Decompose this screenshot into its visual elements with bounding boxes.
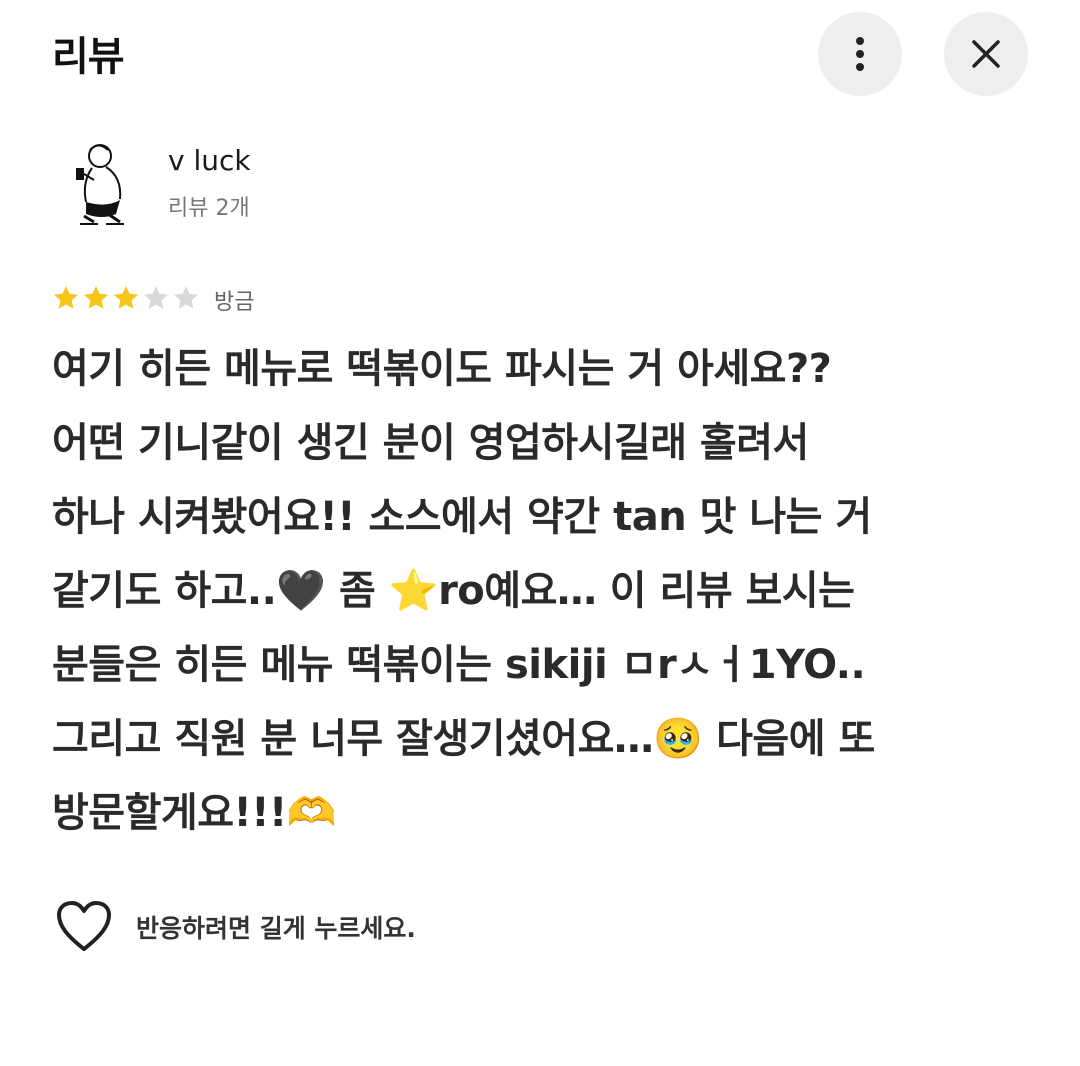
star-filled-icon [84,286,108,309]
review-line: 어떤 기니같이 생긴 분이 영업하시길래 홀려서 [52,420,809,466]
more-vertical-icon [856,37,864,71]
star-filled-icon [54,286,78,309]
star-filled-icon [114,286,138,309]
close-button[interactable] [944,12,1028,96]
review-line: 그리고 직원 분 너무 잘생기셨어요…🥹 다음에 또 [52,716,875,762]
user-name[interactable]: v luck [168,144,251,177]
drawn-person-avatar [76,144,124,225]
reaction-hint: 반응하려면 길게 누르세요. [136,914,416,943]
more-options-button[interactable] [818,12,902,96]
review-line: 여기 히든 메뉴로 떡볶이도 파시는 거 아세요?? [52,346,832,392]
star-empty-icon [174,286,198,309]
review-body: 여기 히든 메뉴로 떡볶이도 파시는 거 아세요?? 어떤 기니같이 생긴 분이… [52,332,1032,850]
avatar[interactable] [56,140,136,228]
review-line: 분들은 히든 메뉴 떡볶이는 sikiji ㅁrㅅㅓ1YO.. [52,642,866,688]
heart-outline-icon[interactable] [56,900,112,954]
page-title: 리뷰 [52,34,125,80]
star-empty-icon [144,286,168,309]
reaction-row[interactable]: 반응하려면 길게 누르세요. [56,900,416,954]
user-review-count: 리뷰 2개 [168,196,250,221]
review-line: 같기도 하고..🖤 좀 ⭐ro예요… 이 리뷰 보시는 [52,568,855,614]
star-rating [52,284,200,312]
review-time: 방금 [214,290,255,315]
review-line: 방문할게요!!!🫶 [52,790,337,836]
close-icon [972,40,1000,68]
review-line: 하나 시켜봤어요!! 소스에서 약간 tan 맛 나는 거 [52,494,872,540]
